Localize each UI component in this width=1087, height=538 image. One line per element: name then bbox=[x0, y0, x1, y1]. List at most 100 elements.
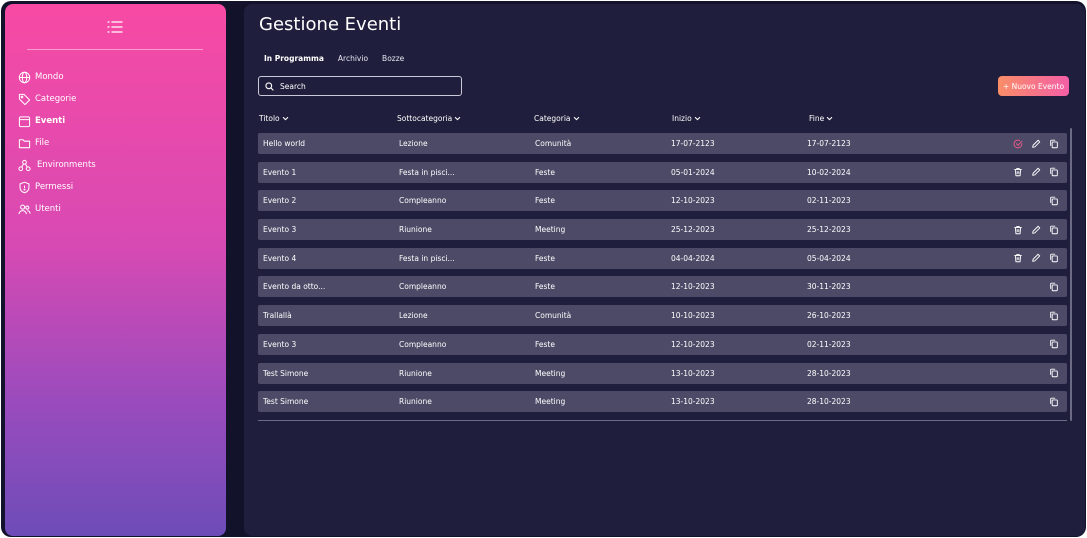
cell-start-date: 17-07-2123 bbox=[671, 139, 715, 148]
list-icon[interactable] bbox=[107, 19, 123, 33]
folder-icon bbox=[18, 137, 35, 150]
table-row[interactable]: Evento da otto... Compleanno Feste 12-10-20… bbox=[258, 276, 1067, 298]
network-icon bbox=[18, 159, 35, 172]
edit-button[interactable] bbox=[1030, 253, 1041, 264]
sidebar-item-categorie[interactable]: Categorie bbox=[18, 88, 218, 110]
pencil-icon bbox=[1031, 139, 1041, 149]
duplicate-button[interactable] bbox=[1048, 339, 1059, 350]
table-row[interactable]: Hello world Lezione Comunità 17-07-2123 17-0… bbox=[258, 133, 1067, 154]
tab-archivio[interactable]: Archivio bbox=[338, 54, 368, 63]
trash-icon bbox=[1013, 253, 1023, 263]
sidebar-item-environments[interactable]: Environments bbox=[18, 154, 218, 176]
duplicate-button[interactable] bbox=[1048, 224, 1059, 235]
search-input[interactable] bbox=[280, 81, 450, 91]
delete-button[interactable] bbox=[1012, 253, 1023, 264]
column-header-categoria[interactable]: Categoria bbox=[534, 114, 580, 123]
sidebar-item-label: File bbox=[35, 138, 50, 148]
tab-bar: In Programma Archivio Bozze bbox=[264, 54, 418, 63]
copy-icon bbox=[1049, 282, 1059, 292]
column-header-sottocategoria[interactable]: Sottocategoria bbox=[397, 114, 461, 123]
cell-subcategory: Compleanno bbox=[399, 282, 447, 292]
table-row[interactable]: Test Simone Riunione Meeting 13-10-2023 28-1… bbox=[258, 391, 1067, 413]
row-actions bbox=[1041, 276, 1059, 297]
sidebar: Mondo Categorie Eventi File Environments Perm… bbox=[5, 4, 226, 536]
edit-button[interactable] bbox=[1030, 138, 1041, 149]
sidebar-item-label: Environments bbox=[37, 160, 96, 170]
chevron-down-icon bbox=[452, 115, 461, 122]
duplicate-button[interactable] bbox=[1048, 396, 1059, 407]
row-actions bbox=[1041, 334, 1059, 355]
cell-end-date: 17-07-2123 bbox=[807, 139, 851, 148]
edit-button[interactable] bbox=[1030, 224, 1041, 235]
cell-title: Trallallà bbox=[263, 311, 292, 321]
duplicate-button[interactable] bbox=[1048, 195, 1059, 206]
delete-button[interactable] bbox=[1012, 224, 1023, 235]
cell-title: Test Simone bbox=[263, 368, 309, 378]
cell-start-date: 12-10-2023 bbox=[671, 339, 715, 349]
duplicate-button[interactable] bbox=[1048, 138, 1059, 149]
table-divider bbox=[258, 420, 1067, 421]
cell-start-date: 12-10-2023 bbox=[671, 196, 715, 206]
sidebar-item-eventi[interactable]: Eventi bbox=[18, 110, 218, 132]
column-header-inizio[interactable]: Inizio bbox=[672, 114, 701, 123]
table-row[interactable]: Evento 4 Festa in pisci... Feste 04-04-2024… bbox=[258, 247, 1067, 269]
copy-icon bbox=[1049, 139, 1059, 149]
sidebar-item-label: Categorie bbox=[35, 94, 77, 104]
cell-start-date: 13-10-2023 bbox=[671, 368, 715, 378]
sidebar-item-mondo[interactable]: Mondo bbox=[18, 66, 218, 88]
tab-in-programma[interactable]: In Programma bbox=[264, 54, 324, 63]
cell-category: Meeting bbox=[535, 225, 566, 235]
sidebar-item-permessi[interactable]: Permessi bbox=[18, 176, 218, 198]
column-header-label: Fine bbox=[809, 114, 825, 123]
pencil-icon bbox=[1031, 167, 1041, 177]
copy-icon bbox=[1049, 253, 1059, 263]
scrollbar[interactable] bbox=[1070, 128, 1072, 421]
new-event-button[interactable]: + Nuovo Evento bbox=[998, 76, 1069, 96]
cell-end-date: 25-12-2023 bbox=[807, 225, 851, 235]
table-row[interactable]: Evento 1 Festa in pisci... Feste 05-01-2024… bbox=[258, 161, 1067, 183]
copy-icon bbox=[1049, 311, 1059, 321]
cell-subcategory: Riunione bbox=[399, 368, 432, 378]
cell-end-date: 28-10-2023 bbox=[807, 397, 851, 407]
column-header-fine[interactable]: Fine bbox=[809, 114, 833, 123]
table-row[interactable]: Trallallà Lezione Comunità 10-10-2023 26-10-… bbox=[258, 305, 1067, 327]
confirm-button[interactable] bbox=[1012, 138, 1023, 149]
search-box[interactable] bbox=[258, 76, 462, 96]
row-actions bbox=[1005, 219, 1059, 240]
cell-category: Meeting bbox=[535, 397, 566, 407]
duplicate-button[interactable] bbox=[1048, 281, 1059, 292]
column-header-titolo[interactable]: Titolo bbox=[259, 114, 289, 123]
duplicate-button[interactable] bbox=[1048, 253, 1059, 264]
table-row[interactable]: Evento 3 Riunione Meeting 25-12-2023 25-12-2… bbox=[258, 219, 1067, 241]
pencil-icon bbox=[1031, 253, 1041, 263]
cell-category: Feste bbox=[535, 167, 555, 177]
cell-category: Comunità bbox=[535, 139, 572, 148]
calendar-icon bbox=[18, 115, 35, 128]
sidebar-nav: Mondo Categorie Eventi File Environments Perm… bbox=[18, 66, 218, 220]
cell-start-date: 10-10-2023 bbox=[671, 311, 715, 321]
globe-icon bbox=[18, 71, 35, 84]
sidebar-item-file[interactable]: File bbox=[18, 132, 218, 154]
column-header-label: Titolo bbox=[259, 114, 280, 123]
cell-category: Comunità bbox=[535, 311, 572, 321]
row-actions bbox=[1005, 133, 1059, 154]
cell-end-date: 26-10-2023 bbox=[807, 311, 851, 321]
row-actions bbox=[1041, 190, 1059, 211]
table-row[interactable]: Evento 2 Compleanno Feste 12-10-2023 02-11-2… bbox=[258, 190, 1067, 212]
tab-bozze[interactable]: Bozze bbox=[382, 54, 404, 63]
copy-icon bbox=[1049, 196, 1059, 206]
duplicate-button[interactable] bbox=[1048, 368, 1059, 379]
cell-start-date: 04-04-2024 bbox=[671, 253, 715, 263]
edit-button[interactable] bbox=[1030, 167, 1041, 178]
duplicate-button[interactable] bbox=[1048, 310, 1059, 321]
duplicate-button[interactable] bbox=[1048, 167, 1059, 178]
cell-category: Feste bbox=[535, 282, 555, 292]
cell-title: Evento 2 bbox=[263, 196, 297, 206]
copy-icon bbox=[1049, 397, 1059, 407]
table-row[interactable]: Evento 3 Compleanno Feste 12-10-2023 02-11-2… bbox=[258, 333, 1067, 355]
table-row[interactable]: Test Simone Riunione Meeting 13-10-2023 28-1… bbox=[258, 362, 1067, 384]
delete-button[interactable] bbox=[1012, 167, 1023, 178]
row-actions bbox=[1041, 363, 1059, 384]
cell-subcategory: Riunione bbox=[399, 225, 432, 235]
sidebar-item-utenti[interactable]: Utenti bbox=[18, 198, 218, 220]
